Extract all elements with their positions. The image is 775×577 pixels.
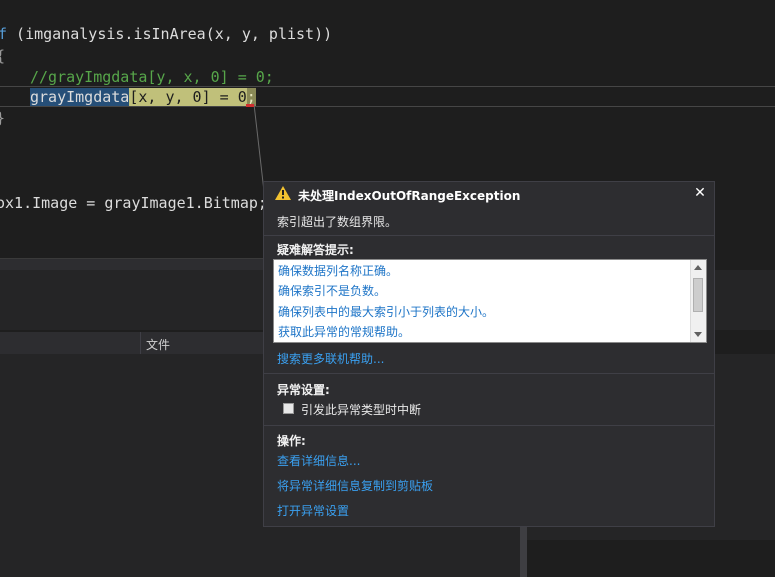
divider [264, 373, 714, 374]
break-on-exception-checkbox[interactable] [283, 403, 294, 414]
highlighted-statement: [x, y, 0] = 0 [129, 88, 247, 106]
view-details-link[interactable]: 查看详细信息... [277, 452, 360, 469]
exception-helper-popup: 未处理IndexOutOfRangeException ✕ 索引超出了数组界限。… [263, 181, 715, 527]
tip-link[interactable]: 获取此异常的常规帮助。 [278, 323, 410, 340]
search-more-help-link[interactable]: 搜索更多联机帮助... [277, 350, 384, 367]
actions-title: 操作: [277, 434, 306, 448]
divider [264, 235, 714, 236]
panel-strip [705, 258, 775, 270]
break-on-exception-label[interactable]: 引发此异常类型时中断 [301, 401, 421, 418]
close-icon[interactable]: ✕ [692, 185, 708, 201]
right-panel [527, 540, 775, 577]
warning-icon [275, 186, 291, 200]
code-line-image[interactable]: ox1.Image = grayImage1.Bitmap; [0, 193, 267, 213]
divider [264, 425, 714, 426]
scroll-down-arrow-icon[interactable] [694, 332, 702, 337]
brace-close: } [0, 108, 5, 128]
selected-identifier: grayImgdata [30, 88, 130, 106]
tip-link[interactable]: 确保索引不是负数。 [278, 282, 386, 299]
table-header: 文件 [0, 332, 265, 355]
scroll-up-arrow-icon[interactable] [694, 265, 702, 270]
copy-details-link[interactable]: 将异常详细信息复制到剪贴板 [277, 477, 433, 494]
statement-terminator: ; [246, 88, 256, 106]
exception-message: 索引超出了数组界限。 [277, 215, 398, 229]
column-header-file[interactable]: 文件 [146, 336, 170, 353]
scroll-thumb[interactable] [693, 278, 703, 312]
tips-scrollbar[interactable] [690, 260, 706, 342]
if-keyword: f [0, 25, 8, 43]
code-line-if[interactable]: f (imganalysis.isInArea(x, y, plist)) [0, 24, 332, 44]
popup-title-bar: 未处理IndexOutOfRangeException ✕ [264, 182, 714, 206]
tip-link[interactable]: 确保列表中的最大索引小于列表的大小。 [278, 303, 494, 320]
troubleshooting-title: 疑难解答提示: [277, 243, 354, 257]
popup-title: 未处理IndexOutOfRangeException [298, 189, 521, 203]
column-divider[interactable] [140, 332, 141, 354]
tip-link[interactable]: 确保数据列名称正确。 [278, 262, 398, 279]
brace-open: { [0, 46, 5, 66]
code-line-comment[interactable]: //grayImgdata[y, x, 0] = 0; [30, 67, 274, 87]
if-condition: (imganalysis.isInArea(x, y, plist)) [7, 25, 333, 43]
exception-settings-title: 异常设置: [277, 383, 330, 397]
code-line-current[interactable]: grayImgdata[x, y, 0] = 0; [30, 87, 256, 107]
open-exception-settings-link[interactable]: 打开异常设置 [277, 502, 349, 519]
troubleshooting-tips-list[interactable]: 确保数据列名称正确。 确保索引不是负数。 确保列表中的最大索引小于列表的大小。 … [273, 259, 707, 343]
